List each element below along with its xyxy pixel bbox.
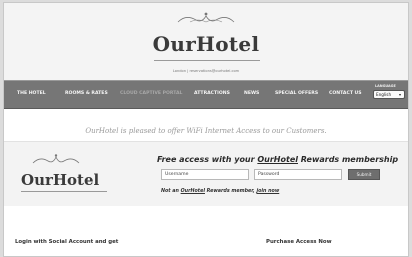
- nav-item-rooms-rates[interactable]: ROOMS & RATES: [65, 91, 108, 96]
- submit-button[interactable]: Submit: [348, 169, 380, 180]
- welcome-text: is pleased to offer WiFi Internet Access…: [118, 127, 327, 135]
- membership-title-brand: OurHotel: [257, 155, 298, 164]
- nav-item-contact-us[interactable]: CONTACT US: [329, 91, 362, 96]
- membership-title-suffix: Rewards membership: [297, 155, 399, 164]
- purchase-access-heading: Purchase Access Now: [266, 239, 332, 245]
- not-member-middle: Rewards member,: [204, 189, 257, 194]
- nav-item-attractions[interactable]: ATTRACTIONS: [194, 91, 230, 96]
- nav-item-special-offers[interactable]: SPECIAL OFFERS: [275, 91, 318, 96]
- membership-title: Free access with your OurHotel Rewards m…: [157, 155, 398, 164]
- logo-underline: [154, 60, 260, 61]
- site-header: OurHotel London | reservations@ourhotel.…: [4, 3, 408, 80]
- nav-item-cloud-captive-portal[interactable]: CLOUD CAPTIVE PORTAL: [120, 91, 182, 96]
- panel-logo-underline: [21, 191, 107, 192]
- join-now-link[interactable]: join now: [256, 189, 279, 194]
- browser-page: OurHotel London | reservations@ourhotel.…: [3, 2, 409, 257]
- membership-panel: OurHotel Free access with your OurHotel …: [4, 142, 408, 206]
- not-member-brand: OurHotel: [180, 189, 205, 194]
- panel-logo-text: OurHotel: [21, 171, 100, 189]
- social-login-heading: Login with Social Account and get: [15, 239, 119, 245]
- crown-ornament-icon: [4, 10, 408, 30]
- contact-email-link[interactable]: reservations@ourhotel.com: [190, 69, 240, 73]
- membership-title-prefix: Free access with your: [157, 155, 258, 164]
- password-input[interactable]: Password: [254, 169, 342, 180]
- not-member-prefix: Not an: [161, 189, 181, 194]
- main-nav: THE HOTEL ROOMS & RATES CLOUD CAPTIVE PO…: [4, 80, 408, 109]
- site-logo-text[interactable]: OurHotel: [4, 32, 408, 56]
- language-value: English: [376, 92, 392, 97]
- username-input[interactable]: Username: [161, 169, 249, 180]
- language-label: LANGUAGE: [375, 84, 396, 88]
- contact-line: London | reservations@ourhotel.com: [4, 69, 408, 73]
- language-select[interactable]: English ▾: [373, 90, 405, 99]
- not-member-line: Not an OurHotel Rewards member, join now: [161, 189, 279, 194]
- welcome-brand: OurHotel: [85, 127, 119, 135]
- nav-item-the-hotel[interactable]: THE HOTEL: [17, 91, 46, 96]
- contact-location: London: [172, 69, 186, 73]
- welcome-message: OurHotel is pleased to offer WiFi Intern…: [4, 127, 408, 135]
- chevron-down-icon: ▾: [398, 92, 401, 97]
- crown-ornament-icon: [31, 151, 81, 170]
- nav-item-news[interactable]: NEWS: [244, 91, 259, 96]
